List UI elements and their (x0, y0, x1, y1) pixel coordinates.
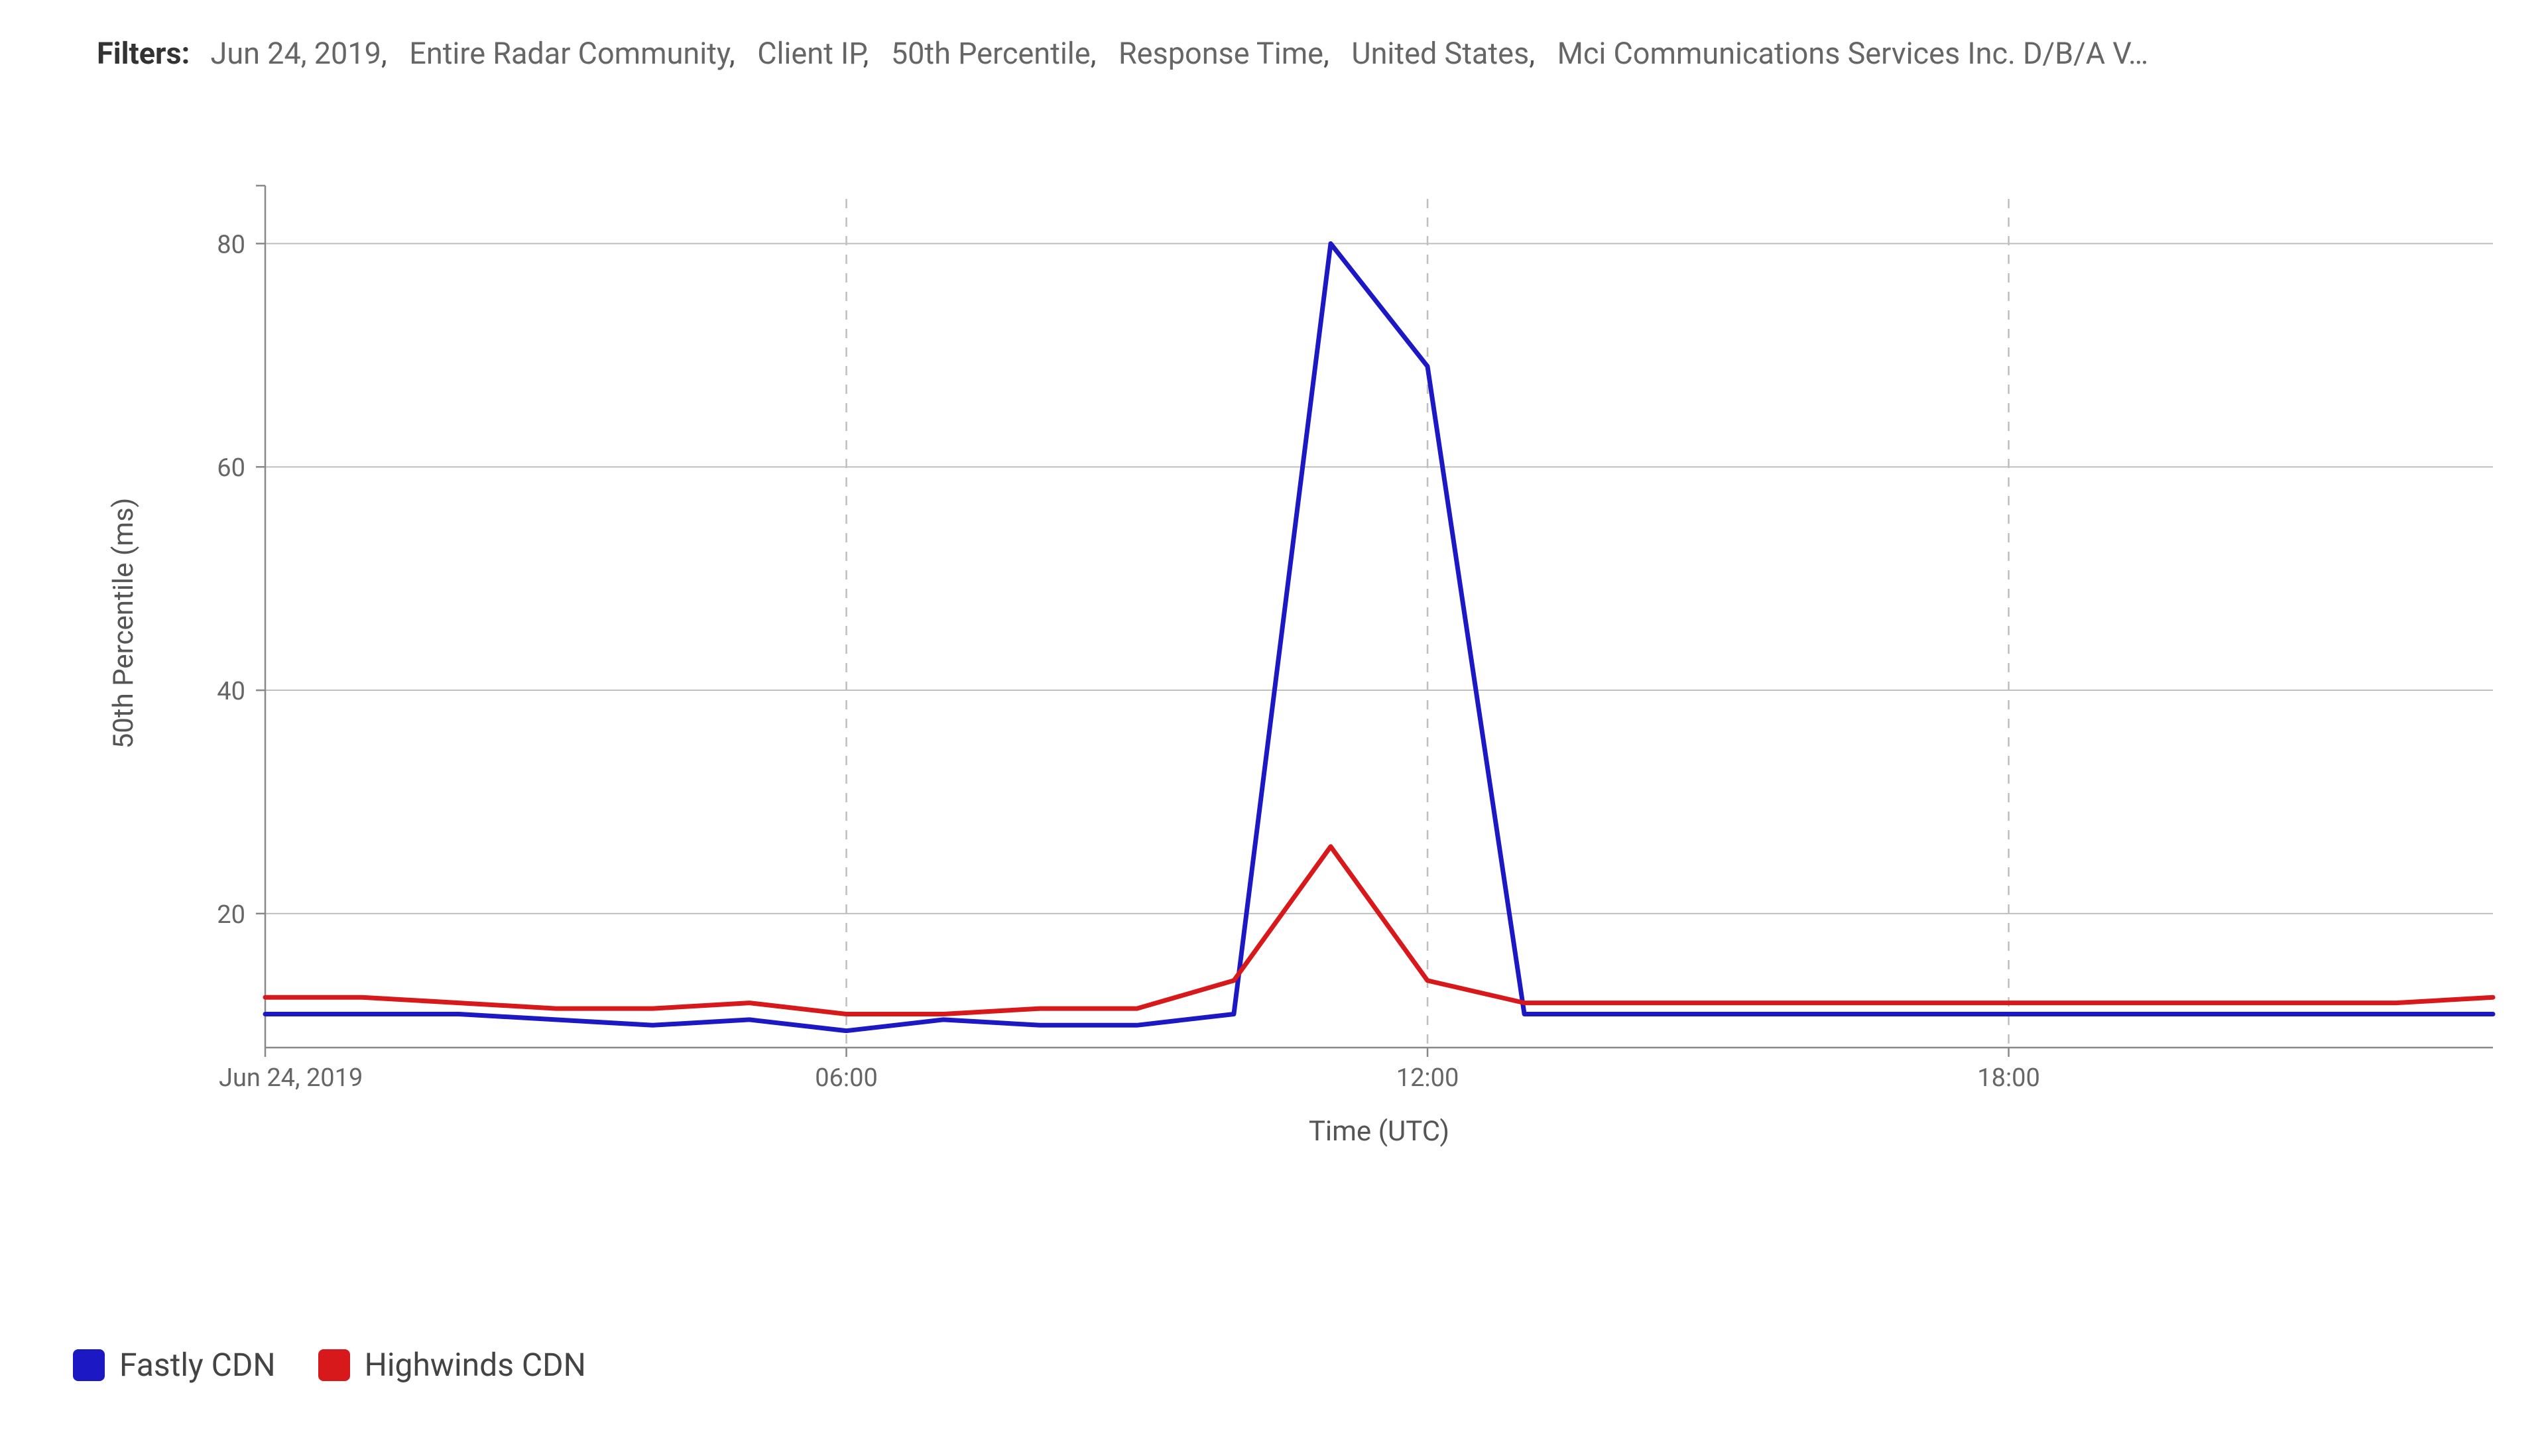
legend-label: Fastly CDN (119, 1346, 276, 1384)
chart[interactable]: 20 40 60 80 Jun 24, 2019 06:00 12:00 18:00 Time … (53, 172, 2506, 1154)
filter-chip[interactable]: Entire Radar Community (409, 36, 729, 71)
filter-chip[interactable]: Jun 24, 2019 (211, 36, 381, 71)
x-axis-title: Time (UTC) (1309, 1115, 1449, 1148)
filter-chip[interactable]: Response Time (1119, 36, 1323, 71)
y-axis-title: 50th Percentile (ms) (107, 498, 140, 749)
y-tick-label: 60 (217, 454, 245, 483)
legend-swatch (73, 1349, 105, 1381)
filter-chip[interactable]: Mci Communications Services Inc. D/B/A V… (1557, 36, 2149, 71)
x-tick-label: 12:00 (1396, 1063, 1459, 1093)
series-line (265, 847, 2493, 1014)
legend-swatch (318, 1349, 350, 1381)
filters-bar: Filters: Jun 24, 2019, Entire Radar Comm… (97, 36, 2493, 71)
x-tick-label: 18:00 (1977, 1063, 2040, 1093)
x-tick-label: 06:00 (815, 1063, 878, 1093)
y-tick-label: 40 (217, 677, 245, 706)
x-tick-label: Jun 24, 2019 (219, 1063, 363, 1093)
filter-chip[interactable]: 50th Percentile (891, 36, 1091, 71)
legend-label: Highwinds CDN (365, 1346, 586, 1384)
legend-item[interactable]: Fastly CDN (73, 1346, 276, 1384)
y-tick-label: 20 (217, 900, 245, 930)
chart-svg: 20 40 60 80 Jun 24, 2019 06:00 12:00 18:00 Time … (53, 172, 2506, 1154)
filters-label: Filters: (97, 36, 190, 71)
filter-chip[interactable]: Client IP (757, 36, 863, 71)
legend-item[interactable]: Highwinds CDN (318, 1346, 586, 1384)
filter-chip[interactable]: United States (1351, 36, 1529, 71)
legend: Fastly CDN Highwinds CDN (73, 1346, 586, 1384)
y-tick-label: 80 (217, 230, 245, 259)
